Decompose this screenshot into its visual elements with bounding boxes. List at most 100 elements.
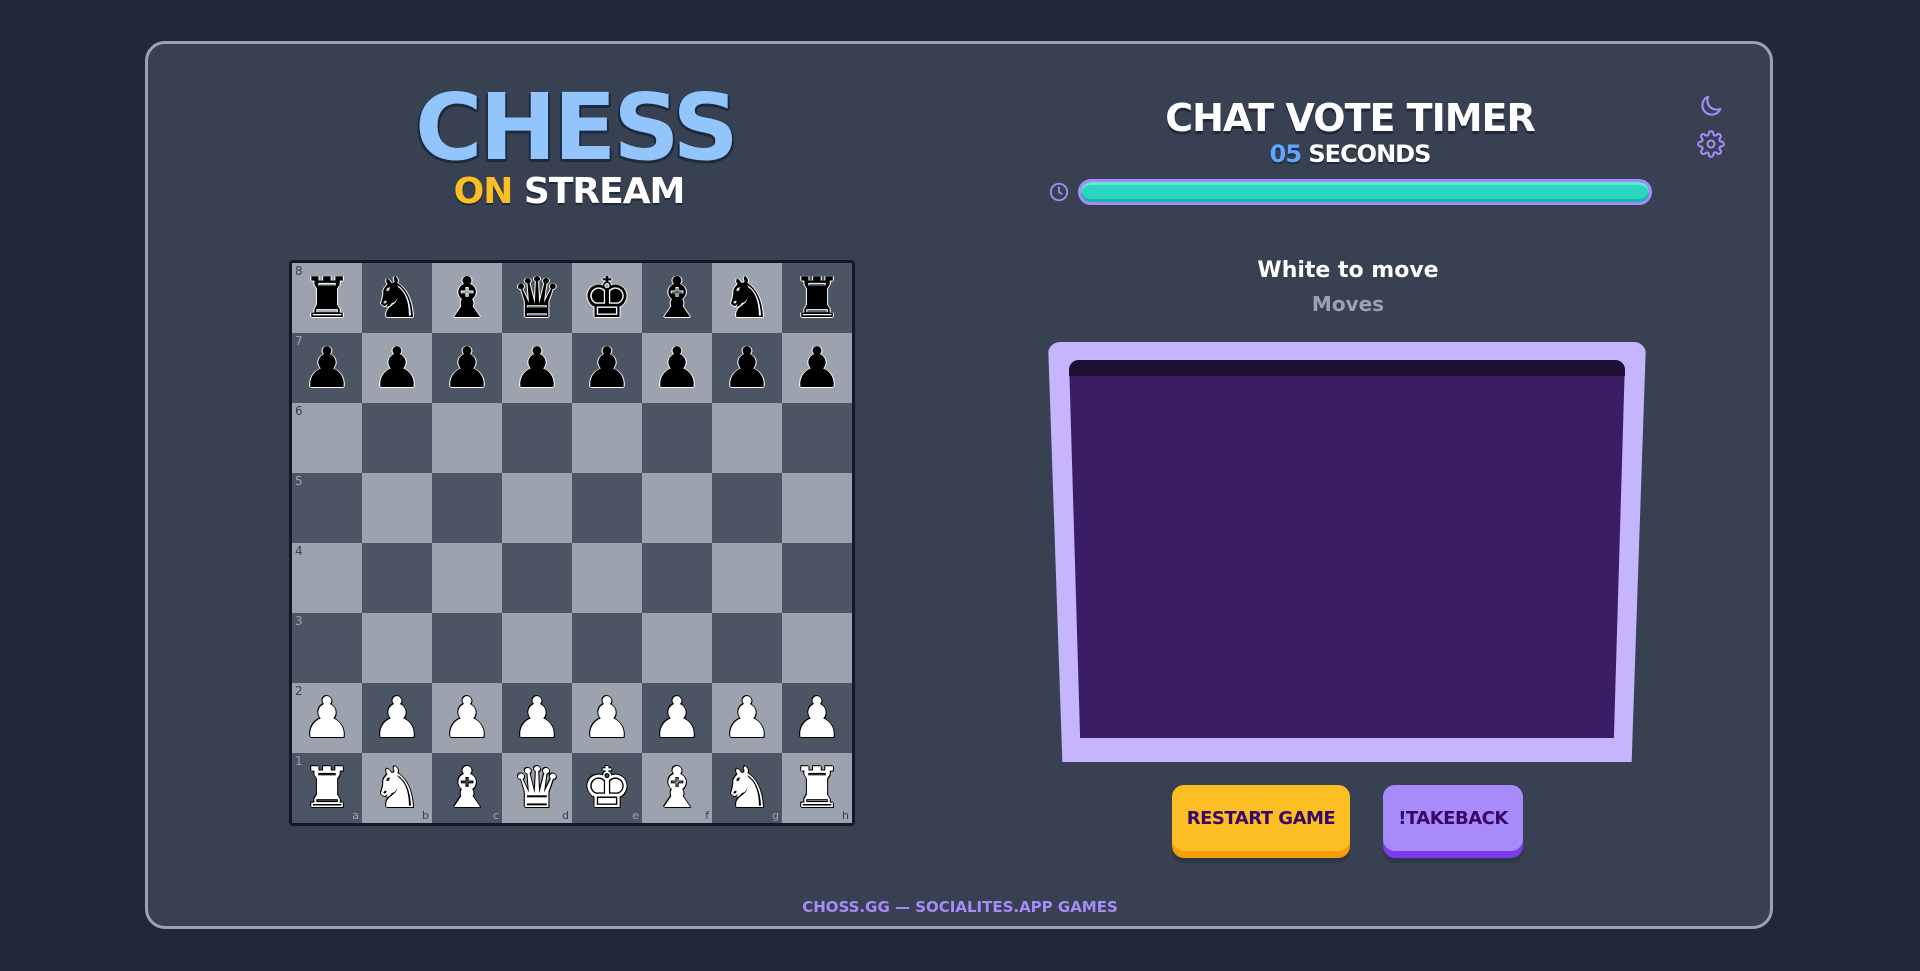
square-c4[interactable] — [432, 543, 502, 613]
square-d2[interactable]: ♟ — [502, 683, 572, 753]
black-knight-icon[interactable]: ♞ — [362, 269, 432, 329]
square-h4[interactable] — [782, 543, 852, 613]
square-h5[interactable] — [782, 473, 852, 543]
black-queen-icon[interactable]: ♛ — [502, 269, 572, 329]
square-c3[interactable] — [432, 613, 502, 683]
square-e6[interactable] — [572, 403, 642, 473]
black-king-icon[interactable]: ♚ — [572, 269, 642, 329]
square-e3[interactable] — [572, 613, 642, 683]
square-b8[interactable]: ♞ — [362, 263, 432, 333]
square-d7[interactable]: ♟ — [502, 333, 572, 403]
restart-game-button[interactable]: RESTART GAME — [1172, 785, 1350, 851]
square-g3[interactable] — [712, 613, 782, 683]
black-pawn-icon[interactable]: ♟ — [712, 339, 782, 399]
white-queen-icon[interactable]: ♛ — [502, 759, 572, 819]
square-h2[interactable]: ♟ — [782, 683, 852, 753]
square-e1[interactable]: e ♚ — [572, 753, 642, 823]
white-pawn-icon[interactable]: ♟ — [712, 689, 782, 749]
square-b7[interactable]: ♟ — [362, 333, 432, 403]
square-h8[interactable]: ♜ — [782, 263, 852, 333]
square-b2[interactable]: ♟ — [362, 683, 432, 753]
takeback-button[interactable]: !TAKEBACK — [1383, 785, 1523, 851]
square-f6[interactable] — [642, 403, 712, 473]
square-d1[interactable]: d ♛ — [502, 753, 572, 823]
white-rook-icon[interactable]: ♜ — [782, 759, 852, 819]
square-g5[interactable] — [712, 473, 782, 543]
square-e4[interactable] — [572, 543, 642, 613]
white-bishop-icon[interactable]: ♝ — [432, 759, 502, 819]
black-pawn-icon[interactable]: ♟ — [432, 339, 502, 399]
square-a3[interactable]: 3 — [292, 613, 362, 683]
square-f1[interactable]: f ♝ — [642, 753, 712, 823]
black-knight-icon[interactable]: ♞ — [712, 269, 782, 329]
white-bishop-icon[interactable]: ♝ — [642, 759, 712, 819]
square-c2[interactable]: ♟ — [432, 683, 502, 753]
black-pawn-icon[interactable]: ♟ — [502, 339, 572, 399]
square-h6[interactable] — [782, 403, 852, 473]
black-pawn-icon[interactable]: ♟ — [362, 339, 432, 399]
white-pawn-icon[interactable]: ♟ — [432, 689, 502, 749]
moves-list[interactable] — [1069, 360, 1625, 738]
square-d5[interactable] — [502, 473, 572, 543]
black-pawn-icon[interactable]: ♟ — [642, 339, 712, 399]
square-e2[interactable]: ♟ — [572, 683, 642, 753]
square-h1[interactable]: h ♜ — [782, 753, 852, 823]
white-pawn-icon[interactable]: ♟ — [642, 689, 712, 749]
square-e7[interactable]: ♟ — [572, 333, 642, 403]
square-d6[interactable] — [502, 403, 572, 473]
square-a8[interactable]: 8 ♜ — [292, 263, 362, 333]
square-b4[interactable] — [362, 543, 432, 613]
square-c7[interactable]: ♟ — [432, 333, 502, 403]
square-g1[interactable]: g ♞ — [712, 753, 782, 823]
moon-icon[interactable] — [1697, 92, 1725, 120]
square-d8[interactable]: ♛ — [502, 263, 572, 333]
black-bishop-icon[interactable]: ♝ — [432, 269, 502, 329]
square-g8[interactable]: ♞ — [712, 263, 782, 333]
square-f5[interactable] — [642, 473, 712, 543]
black-pawn-icon[interactable]: ♟ — [292, 339, 362, 399]
white-pawn-icon[interactable]: ♟ — [782, 689, 852, 749]
square-c5[interactable] — [432, 473, 502, 543]
square-b5[interactable] — [362, 473, 432, 543]
black-pawn-icon[interactable]: ♟ — [572, 339, 642, 399]
square-c8[interactable]: ♝ — [432, 263, 502, 333]
square-a4[interactable]: 4 — [292, 543, 362, 613]
white-knight-icon[interactable]: ♞ — [362, 759, 432, 819]
square-e5[interactable] — [572, 473, 642, 543]
square-f7[interactable]: ♟ — [642, 333, 712, 403]
square-a6[interactable]: 6 — [292, 403, 362, 473]
white-pawn-icon[interactable]: ♟ — [362, 689, 432, 749]
black-pawn-icon[interactable]: ♟ — [782, 339, 852, 399]
square-b6[interactable] — [362, 403, 432, 473]
white-pawn-icon[interactable]: ♟ — [502, 689, 572, 749]
square-c1[interactable]: c ♝ — [432, 753, 502, 823]
square-g6[interactable] — [712, 403, 782, 473]
square-f8[interactable]: ♝ — [642, 263, 712, 333]
square-g7[interactable]: ♟ — [712, 333, 782, 403]
black-rook-icon[interactable]: ♜ — [292, 269, 362, 329]
gear-icon[interactable] — [1697, 130, 1725, 158]
square-e8[interactable]: ♚ — [572, 263, 642, 333]
square-a7[interactable]: 7 ♟ — [292, 333, 362, 403]
square-h3[interactable] — [782, 613, 852, 683]
square-f3[interactable] — [642, 613, 712, 683]
square-a1[interactable]: 1 a ♜ — [292, 753, 362, 823]
square-b3[interactable] — [362, 613, 432, 683]
square-b1[interactable]: b ♞ — [362, 753, 432, 823]
white-king-icon[interactable]: ♚ — [572, 759, 642, 819]
white-pawn-icon[interactable]: ♟ — [292, 689, 362, 749]
black-bishop-icon[interactable]: ♝ — [642, 269, 712, 329]
square-d3[interactable] — [502, 613, 572, 683]
white-rook-icon[interactable]: ♜ — [292, 759, 362, 819]
square-f2[interactable]: ♟ — [642, 683, 712, 753]
square-g4[interactable] — [712, 543, 782, 613]
square-a5[interactable]: 5 — [292, 473, 362, 543]
white-pawn-icon[interactable]: ♟ — [572, 689, 642, 749]
square-f4[interactable] — [642, 543, 712, 613]
black-rook-icon[interactable]: ♜ — [782, 269, 852, 329]
chess-board[interactable]: 8 ♜ ♞ ♝ ♛ ♚ ♝ ♞ ♜ 7 ♟ ♟ ♟ ♟ ♟ ♟ ♟ ♟ 6 5 4 3 2 ♟ ♟ ♟ ♟ ♟ ♟ ♟ ♟ 1 a ♜ b ♞ c ♝ d ♛… — [289, 260, 855, 826]
square-g2[interactable]: ♟ — [712, 683, 782, 753]
square-h7[interactable]: ♟ — [782, 333, 852, 403]
square-a2[interactable]: 2 ♟ — [292, 683, 362, 753]
square-c6[interactable] — [432, 403, 502, 473]
